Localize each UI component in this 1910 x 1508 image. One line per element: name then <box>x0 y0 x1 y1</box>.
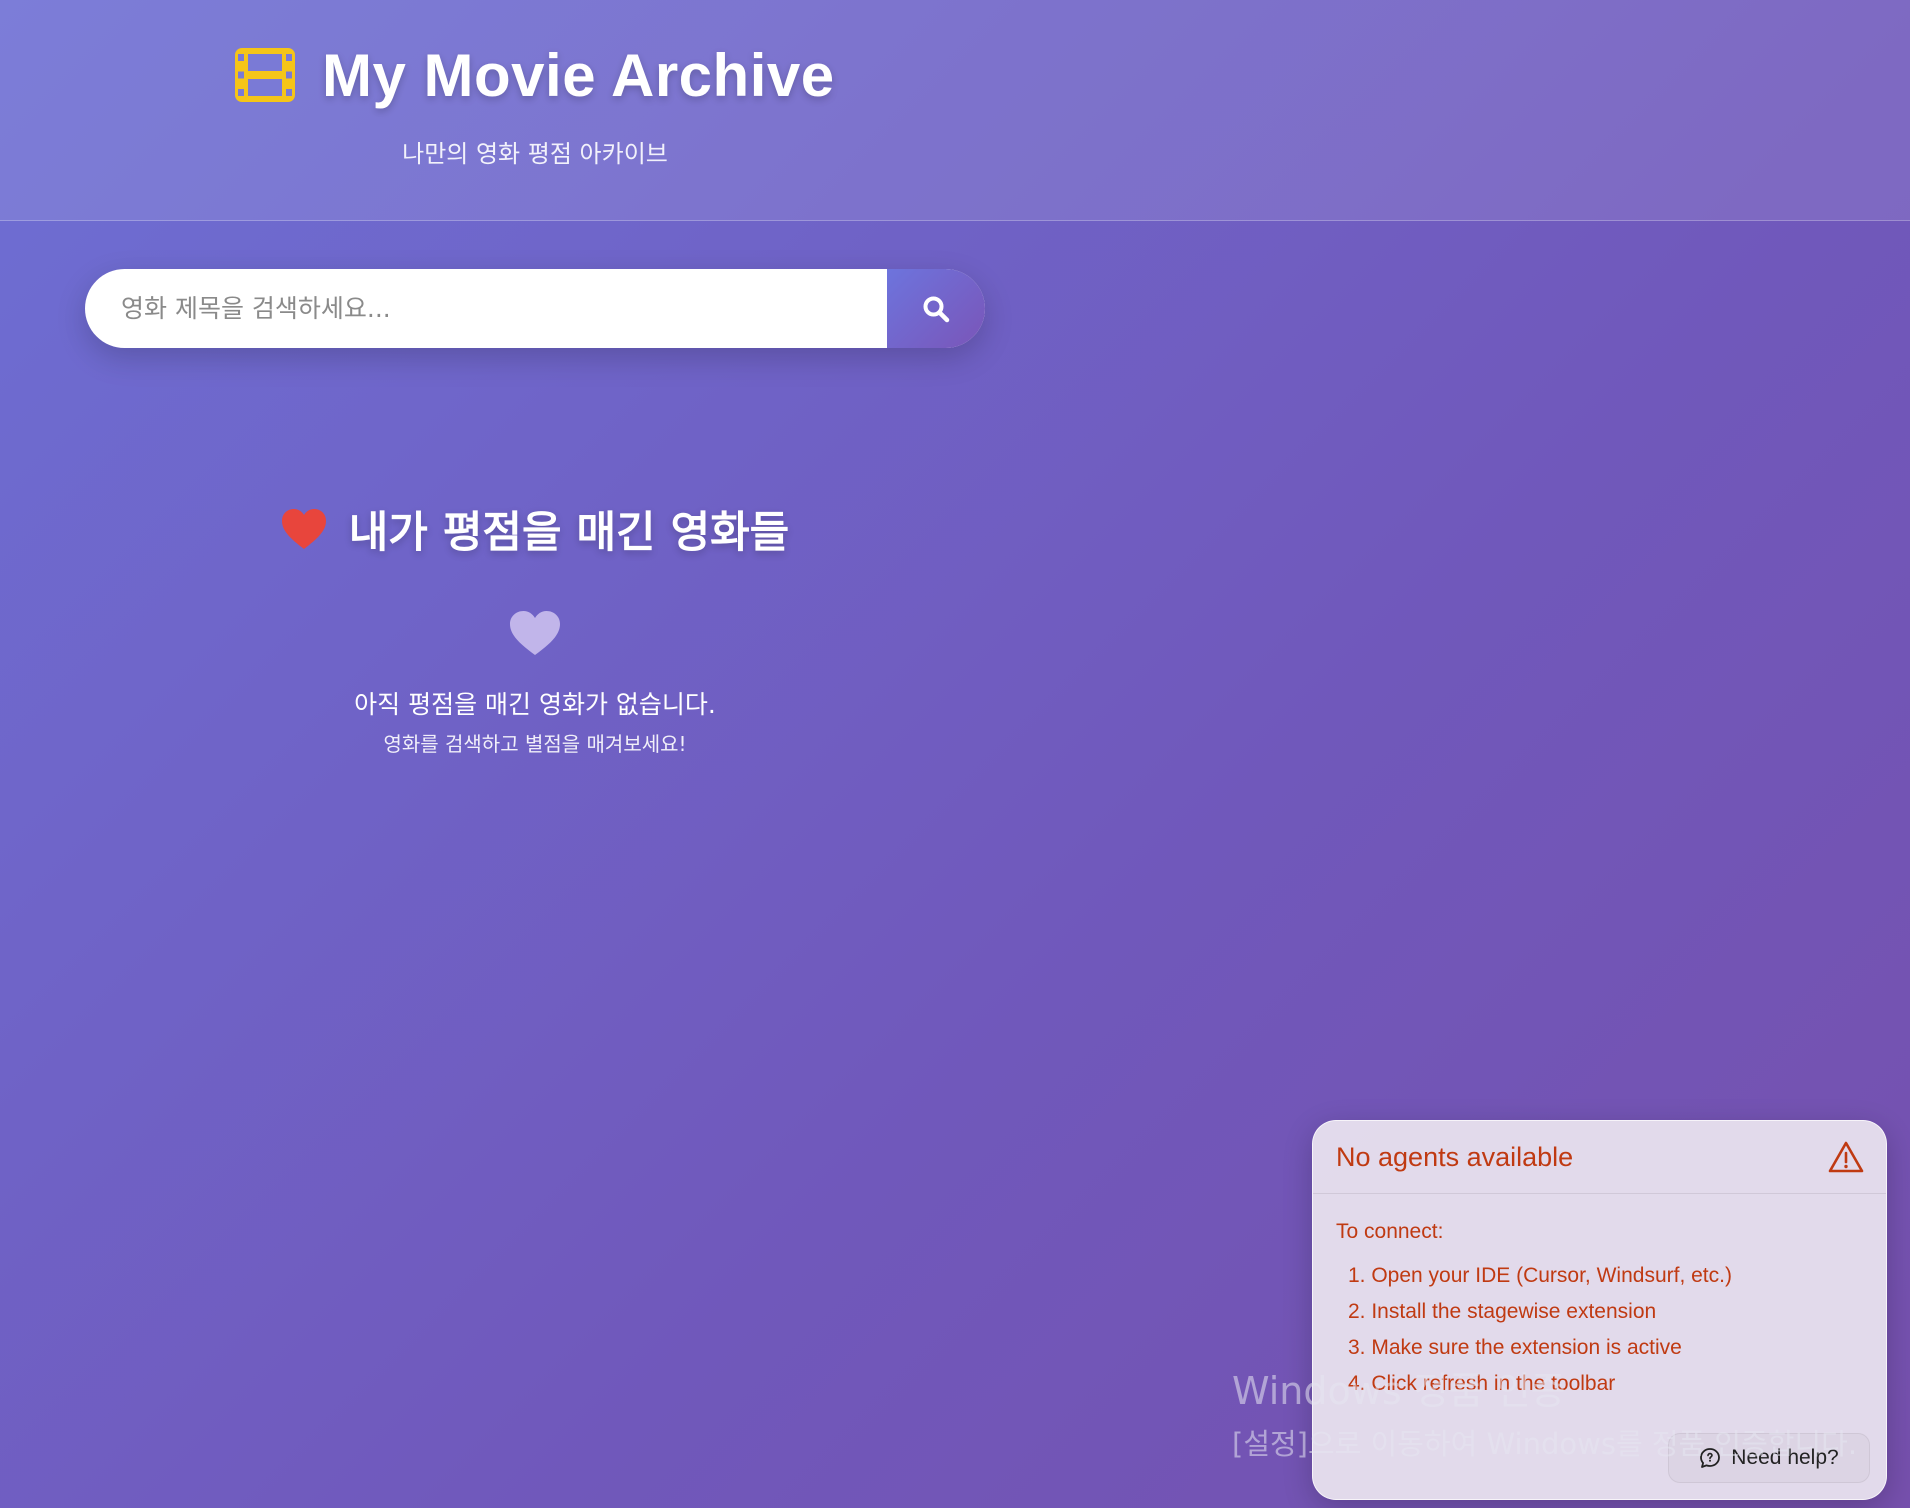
app-title: My Movie Archive <box>322 41 835 109</box>
film-icon <box>235 48 295 102</box>
empty-state-message: 아직 평점을 매긴 영화가 없습니다. <box>354 690 716 719</box>
section-title: 내가 평점을 매긴 영화들 <box>348 508 790 558</box>
panel-title: No agents available <box>1336 1141 1574 1172</box>
empty-state-hint: 영화를 검색하고 별점을 매겨보세요! <box>383 732 687 756</box>
step-item: 2. Install the stagewise extension <box>1348 1300 1657 1323</box>
connect-label: To connect: <box>1336 1220 1444 1243</box>
step-item: 3. Make sure the extension is active <box>1348 1336 1682 1359</box>
heart-icon <box>510 611 560 655</box>
search-input[interactable] <box>85 269 887 348</box>
agent-status-panel: No agents available To connect: 1. Open … <box>1312 1120 1887 1500</box>
chat-help-icon <box>1700 1448 1721 1468</box>
step-item: 4. Click refresh in the toolbar <box>1348 1372 1616 1395</box>
search-bar <box>85 269 985 348</box>
need-help-button[interactable]: Need help? <box>1668 1433 1870 1483</box>
search-icon <box>923 296 950 322</box>
connect-steps: 1. Open your IDE (Cursor, Windsurf, etc.… <box>1336 1264 1863 1396</box>
app-subtitle: 나만의 영화 평점 아카이브 <box>402 140 668 168</box>
app-header: My Movie Archive 나만의 영화 평점 아카이브 <box>0 0 1910 221</box>
panel-header: No agents available <box>1313 1121 1886 1194</box>
help-button-label: Need help? <box>1731 1446 1839 1469</box>
rated-movies-heading: 내가 평점을 매긴 영화들 <box>0 498 1070 560</box>
heart-icon <box>281 509 326 549</box>
logo: My Movie Archive <box>234 40 835 110</box>
search-button[interactable] <box>887 269 985 348</box>
step-item: 1. Open your IDE (Cursor, Windsurf, etc.… <box>1348 1264 1732 1287</box>
warning-icon <box>1828 1141 1864 1173</box>
